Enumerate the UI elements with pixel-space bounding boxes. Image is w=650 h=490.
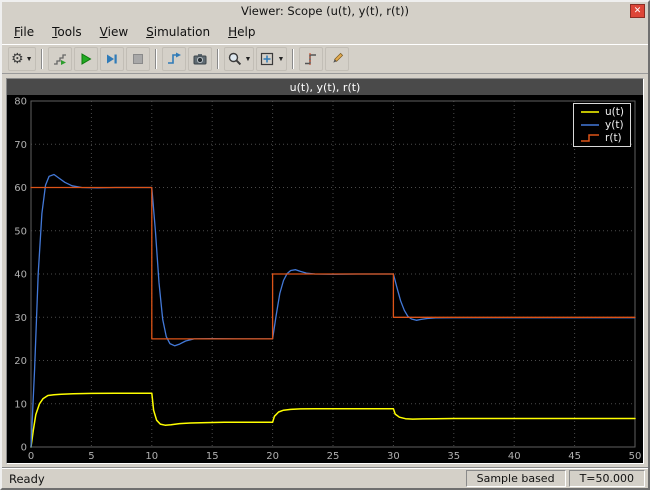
- menu-tools[interactable]: Tools: [44, 22, 90, 42]
- legend-line-sample: [581, 111, 600, 113]
- svg-text:20: 20: [14, 356, 27, 367]
- title-bar[interactable]: Viewer: Scope (u(t), y(t), r(t)) ✕: [2, 2, 648, 20]
- svg-text:15: 15: [206, 451, 219, 462]
- legend-label: u(t): [605, 106, 624, 118]
- legend-entry: r(t): [580, 132, 624, 144]
- svg-text:50: 50: [14, 226, 27, 237]
- scope-viewer-window: Viewer: Scope (u(t), y(t), r(t)) ✕ File …: [0, 0, 650, 490]
- svg-text:20: 20: [266, 451, 279, 462]
- step-forward-button[interactable]: [99, 47, 124, 71]
- toolbar-separator: [292, 49, 295, 69]
- cursor-measurements-icon: [333, 52, 344, 63]
- run-icon: [81, 53, 91, 65]
- svg-text:35: 35: [447, 451, 460, 462]
- toolbar-separator: [154, 49, 157, 69]
- toolbar-separator: [40, 49, 43, 69]
- snapshot-camera-icon: [193, 54, 206, 65]
- sim-time-panel: T=50.000: [568, 470, 645, 487]
- cursor-measurements-button[interactable]: [325, 47, 350, 71]
- zoom-magnifier-icon: [228, 52, 241, 66]
- svg-text:60: 60: [14, 183, 27, 194]
- chevron-down-icon: ▼: [25, 55, 33, 63]
- fit-to-view-icon: [261, 52, 274, 66]
- svg-text:30: 30: [14, 313, 27, 324]
- figure-area: u(t), y(t), r(t) 0 5 10 15 20 25 30 35 40 45 50 0 10…: [2, 74, 648, 468]
- legend-line-sample: [581, 134, 600, 142]
- svg-text:25: 25: [327, 451, 340, 462]
- menu-file[interactable]: File: [6, 22, 42, 42]
- svg-text:0: 0: [21, 443, 27, 454]
- svg-text:0: 0: [28, 451, 34, 462]
- status-bar: Ready Sample based T=50.000: [2, 468, 648, 488]
- svg-text:5: 5: [88, 451, 94, 462]
- legend[interactable]: u(t) y(t) r(t): [573, 103, 631, 147]
- svg-text:10: 10: [145, 451, 158, 462]
- legend-entry: u(t): [580, 106, 624, 118]
- legend-entry: y(t): [580, 119, 624, 131]
- stepping-options-icon: [53, 54, 66, 65]
- legend-line-sample: [581, 124, 600, 126]
- close-icon: ✕: [633, 5, 642, 16]
- svg-text:50: 50: [629, 451, 642, 462]
- window-title: Viewer: Scope (u(t), y(t), r(t)): [241, 4, 409, 18]
- toolbar-separator: [216, 49, 219, 69]
- svg-text:10: 10: [14, 399, 27, 410]
- chevron-down-icon: ▼: [277, 55, 285, 63]
- svg-text:40: 40: [14, 270, 27, 281]
- stop-icon: [132, 54, 143, 64]
- run-button[interactable]: [73, 47, 98, 71]
- close-button[interactable]: ✕: [630, 4, 645, 18]
- menu-view[interactable]: View: [92, 22, 136, 42]
- svg-text:40: 40: [508, 451, 521, 462]
- legend-label: r(t): [605, 132, 622, 144]
- zoom-button[interactable]: ▼: [223, 47, 255, 71]
- svg-text:80: 80: [14, 97, 27, 108]
- highlight-signal-icon: [167, 52, 181, 64]
- menu-help[interactable]: Help: [220, 22, 263, 42]
- chevron-down-icon: ▼: [244, 55, 252, 63]
- menu-bar: File Tools View Simulation Help: [2, 20, 648, 44]
- step-forward-icon: [106, 54, 117, 64]
- settings-gear-icon: ⚙: [11, 51, 24, 67]
- trigger-button[interactable]: [299, 47, 324, 71]
- toolbar: ⚙ ▼ ▼ ▼: [2, 44, 648, 74]
- highlight-signal-button[interactable]: [161, 47, 186, 71]
- plot-title: u(t), y(t), r(t): [7, 79, 643, 95]
- settings-button[interactable]: ⚙ ▼: [8, 47, 36, 71]
- svg-text:30: 30: [387, 451, 400, 462]
- stepping-options-button[interactable]: [47, 47, 72, 71]
- snapshot-button[interactable]: [187, 47, 212, 71]
- scope-plot[interactable]: 0 5 10 15 20 25 30 35 40 45 50 0 10 20 30 40 50 60 70 80: [7, 95, 643, 463]
- scope-figure: u(t), y(t), r(t) 0 5 10 15 20 25 30 35 40 45 50 0 10…: [6, 78, 644, 464]
- svg-text:70: 70: [14, 140, 27, 151]
- stop-button[interactable]: [125, 47, 150, 71]
- fit-to-view-button[interactable]: ▼: [256, 47, 288, 71]
- menu-simulation[interactable]: Simulation: [138, 22, 218, 42]
- status-text: Ready: [9, 471, 45, 486]
- svg-text:45: 45: [568, 451, 581, 462]
- sample-mode-panel: Sample based: [465, 470, 566, 487]
- legend-label: y(t): [605, 119, 624, 131]
- trigger-icon: [305, 53, 317, 65]
